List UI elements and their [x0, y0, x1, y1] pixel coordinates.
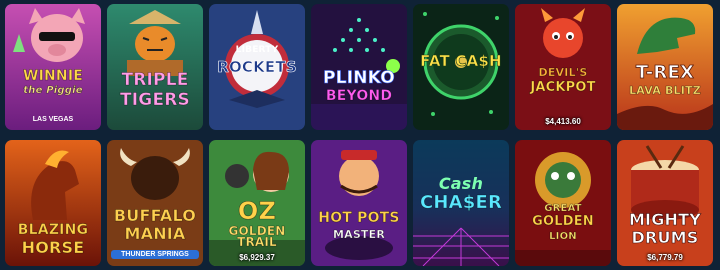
game-title-line-2: MANIA	[124, 224, 186, 243]
game-tile-blazing-horse[interactable]: BLAZING HORSE	[5, 140, 101, 266]
game-title: LIBERTY	[235, 45, 279, 55]
game-title-line-2: GOLDEN TRAIL	[228, 224, 286, 250]
game-title: OZ	[237, 197, 277, 225]
piggie-artwork	[5, 4, 101, 130]
game-tile-triple-tigers[interactable]: TRIPLE TIGERS	[107, 4, 203, 130]
game-tile-buffalo-mania[interactable]: BUFFALO MANIA THUNDER SPRINGS	[107, 140, 203, 266]
game-title: FAT CA$H	[420, 52, 502, 70]
hot-pots-artwork	[311, 140, 407, 266]
buffalo-artwork	[107, 140, 203, 266]
drums-artwork	[617, 140, 713, 266]
game-title-line-2: GOLDEN	[532, 214, 594, 229]
game-title-line-2: LAVA BLITZ	[629, 84, 701, 97]
game-subtitle: THUNDER SPRINGS	[111, 250, 199, 259]
game-title-line-2: ROCKETS	[217, 58, 297, 76]
game-tile-mighty-drums[interactable]: MIGHTY DRUMS $6,779.79	[617, 140, 713, 266]
game-title-line-2: HORSE	[21, 238, 85, 257]
game-tile-devils-jackpot[interactable]: DEVIL'S JACKPOT $4,413.60	[515, 4, 611, 130]
game-title: HOT POTS	[318, 210, 400, 226]
game-tile-winnie-the-piggie[interactable]: WINNIE the Piggie LAS VEGAS	[5, 4, 101, 130]
game-tile-great-golden-lion[interactable]: GREAT GOLDEN LION	[515, 140, 611, 266]
game-title-line-2: TIGERS	[119, 90, 191, 110]
game-title: Cash	[438, 174, 484, 193]
plinko-artwork	[311, 4, 407, 130]
game-title: BUFFALO	[113, 206, 197, 225]
game-title-line-2: the Piggie	[23, 85, 83, 96]
game-title-line-2: JACKPOT	[530, 80, 596, 95]
game-title-line-2: CHA$ER	[419, 192, 503, 213]
game-grid: WINNIE the Piggie LAS VEGAS TRIPLE TIGER…	[0, 0, 720, 270]
game-title: DEVIL'S	[538, 66, 588, 79]
game-tile-t-rex-lava-blitz[interactable]: T-REX LAVA BLITZ	[617, 4, 713, 130]
game-title-line-2: MASTER	[332, 228, 386, 241]
game-tile-oz-golden-trail[interactable]: OZ GOLDEN TRAIL $6,929.37	[209, 140, 305, 266]
game-tile-cash-chaser[interactable]: Cash CHA$ER	[413, 140, 509, 266]
game-title: T-REX	[635, 62, 695, 83]
game-title-line-3: LION	[549, 231, 577, 242]
game-title-line-2: DRUMS	[631, 228, 699, 247]
jackpot-amount: $6,929.37	[239, 253, 275, 262]
game-title-line-2: BEYOND	[325, 88, 393, 104]
game-title: WINNIE	[22, 68, 84, 84]
jackpot-amount: $4,413.60	[545, 117, 581, 126]
game-tile-hot-pots-master[interactable]: HOT POTS MASTER	[311, 140, 407, 266]
game-title: PLINKO	[323, 68, 395, 88]
game-tile-plinko-beyond[interactable]: PLINKO BEYOND	[311, 4, 407, 130]
game-tile-fat-cash[interactable]: FAT CA$H	[413, 4, 509, 130]
game-tile-liberty-rockets[interactable]: LIBERTY ROCKETS	[209, 4, 305, 130]
game-subtitle: LAS VEGAS	[32, 116, 74, 123]
game-title: GREAT	[544, 203, 582, 214]
tigers-artwork	[107, 4, 203, 130]
game-title: TRIPLE	[121, 70, 189, 90]
jackpot-amount: $6,779.79	[647, 253, 683, 262]
game-title: MIGHTY	[628, 210, 702, 229]
game-title: BLAZING	[17, 222, 89, 238]
